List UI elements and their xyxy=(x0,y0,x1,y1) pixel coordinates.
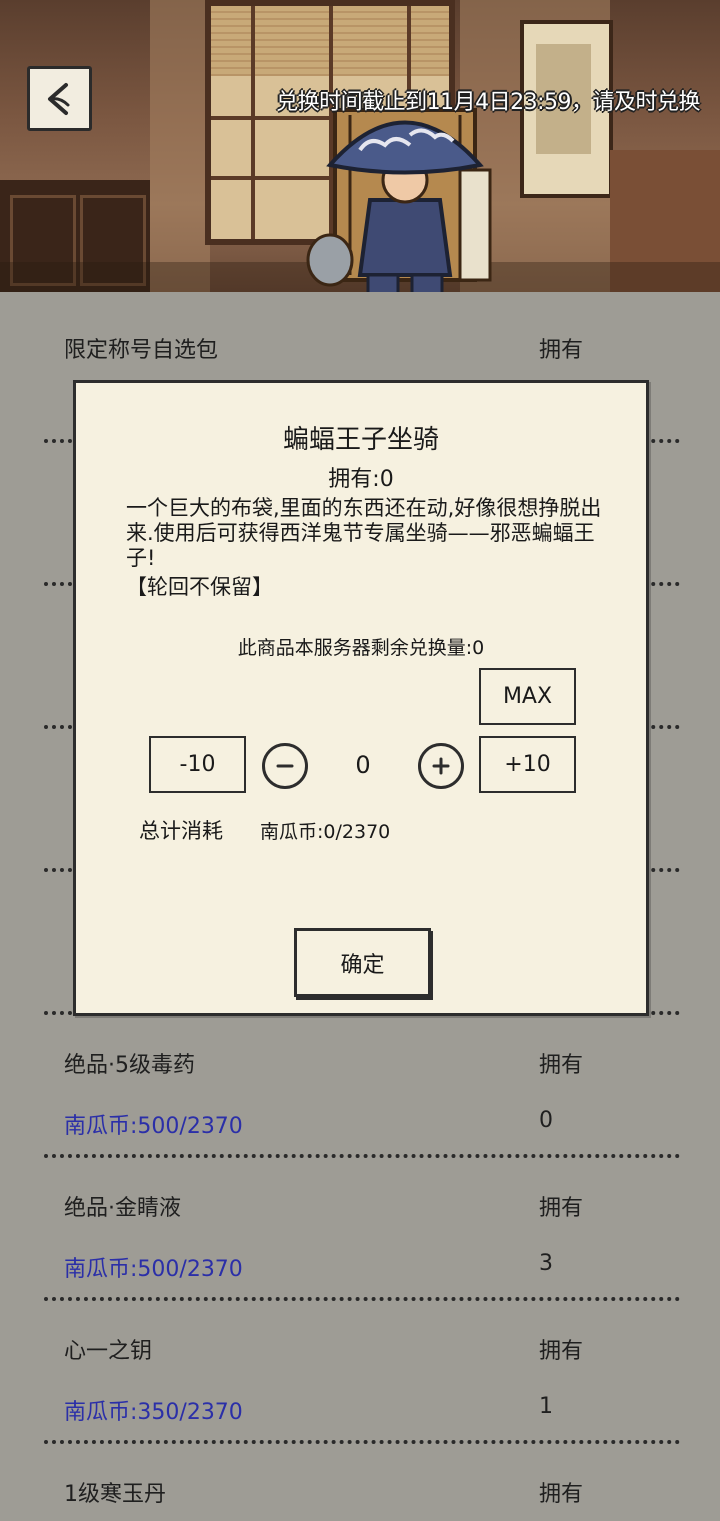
item-name: 绝品·金睛液 xyxy=(64,1196,181,1221)
max-button[interactable]: MAX xyxy=(479,668,576,725)
server-remaining-text: 此商品本服务器剩余兑换量:0 xyxy=(237,637,485,659)
confirm-button[interactable]: 确定 xyxy=(294,928,431,997)
item-description: 一个巨大的布袋,里面的东西还在动,好像很想挣脱出来.使用后可获得西洋鬼节专属坐骑… xyxy=(126,496,602,570)
owned-count: 3 xyxy=(539,1251,553,1276)
owned-label: 拥有 xyxy=(539,1339,584,1364)
list-item[interactable]: 绝品·金睛液 拥有 南瓜币:500/2370 3 xyxy=(0,1150,720,1301)
back-arrow-icon xyxy=(47,82,69,115)
item-name: 1级寒玉丹 xyxy=(64,1482,166,1507)
item-price: 南瓜币:500/2370 xyxy=(64,1257,243,1282)
dialog-title: 蝙蝠王子坐骑 xyxy=(282,425,439,455)
owned-label: 拥有 xyxy=(539,338,584,363)
owned-label: 拥有 xyxy=(539,1482,584,1507)
exchange-dialog: 蝙蝠王子坐骑 拥有:0 一个巨大的布袋,里面的东西还在动,好像很想挣脱出来.使用… xyxy=(73,380,649,1016)
back-button[interactable] xyxy=(27,66,92,131)
owned-label: 拥有 xyxy=(539,1053,584,1078)
plus-icon xyxy=(432,757,450,775)
owned-count: 1 xyxy=(539,1394,553,1419)
item-price: 南瓜币:350/2370 xyxy=(64,1400,243,1425)
item-name: 心一之钥 xyxy=(64,1339,153,1364)
exchange-deadline-text: 兑换时间截止到11月4日23:59，请及时兑换 xyxy=(276,90,700,115)
item-name: 绝品·5级毒药 xyxy=(64,1053,195,1078)
owned-quantity: 拥有:0 xyxy=(328,467,394,492)
owned-label: 拥有 xyxy=(539,1196,584,1221)
total-cost-value: 南瓜币:0/2370 xyxy=(260,821,391,843)
minus-icon xyxy=(276,764,294,768)
minus-ten-button[interactable]: -10 xyxy=(149,736,246,793)
list-item[interactable]: 绝品·5级毒药 拥有 南瓜币:500/2370 0 xyxy=(0,1007,720,1158)
owned-count: 0 xyxy=(539,1108,553,1133)
increment-button[interactable] xyxy=(418,743,464,789)
total-cost-label: 总计消耗 xyxy=(139,819,223,843)
list-item[interactable]: 1级寒玉丹 拥有 xyxy=(0,1436,720,1521)
decrement-button[interactable] xyxy=(262,743,308,789)
list-item[interactable]: 心一之钥 拥有 南瓜币:350/2370 1 xyxy=(0,1293,720,1444)
item-price: 南瓜币:500/2370 xyxy=(64,1114,243,1139)
reincarnation-note: 【轮回不保留】 xyxy=(126,575,273,599)
header-scene: 兑换时间截止到11月4日23:59，请及时兑换 xyxy=(0,0,720,292)
quantity-value: 0 xyxy=(355,751,371,779)
plus-ten-button[interactable]: +10 xyxy=(479,736,576,793)
item-name: 限定称号自选包 xyxy=(64,338,219,363)
